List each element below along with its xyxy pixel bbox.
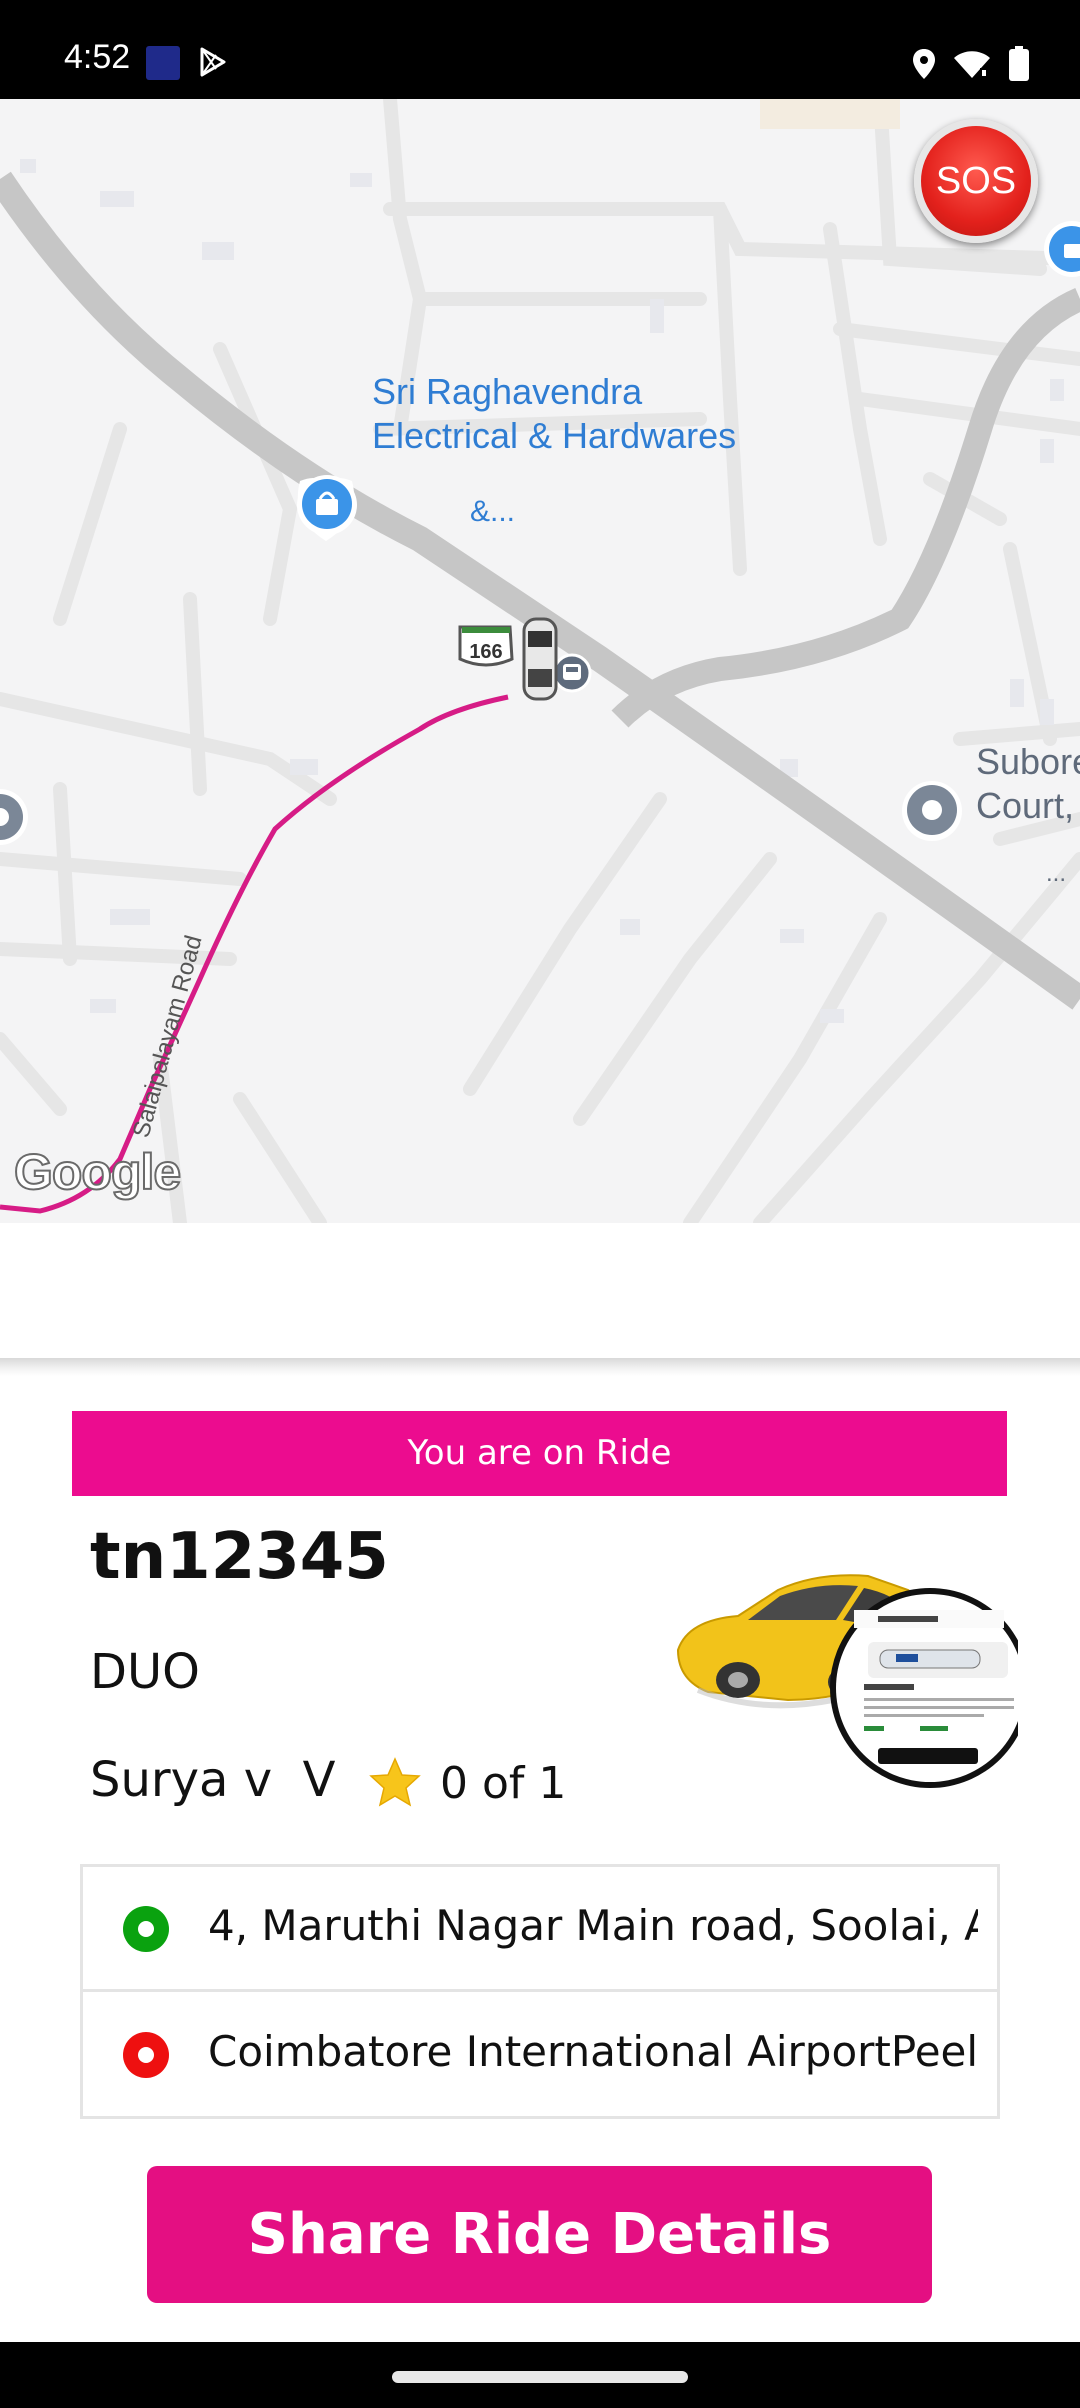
vehicle-marker-icon: [522, 617, 558, 701]
google-logo: Google: [13, 1143, 182, 1201]
shop-label-line1[interactable]: Sri Raghavendra: [372, 369, 642, 414]
driver-rating: 0 of 1: [440, 1758, 567, 1809]
shopping-pin-icon: [1044, 221, 1080, 277]
pickup-dot-icon: [123, 1906, 169, 1952]
navigation-bar: [0, 2342, 1080, 2408]
vehicle-image: [676, 1574, 1018, 1788]
play-store-icon: [200, 47, 226, 77]
route-addresses: 4, Maruthi Nagar Main road, Soolai, Avar…: [80, 1864, 1000, 2119]
status-bar: 4:52: [0, 0, 1080, 99]
highway-number: 166: [469, 641, 502, 663]
shop-label-more[interactable]: &...: [470, 489, 515, 534]
sheet-divider: [0, 1358, 1080, 1376]
share-ride-details-button[interactable]: Share Ride Details: [147, 2166, 932, 2303]
drop-row[interactable]: Coimbatore International AirportPeelamed…: [83, 1993, 997, 2118]
star-icon: [369, 1757, 421, 1807]
pickup-row[interactable]: 4, Maruthi Nagar Main road, Soolai, Avar…: [83, 1867, 997, 1992]
yatra-app-icon: [146, 46, 180, 80]
shopping-pin-icon: [297, 475, 357, 541]
bus-stop-icon: [552, 653, 592, 693]
battery-icon: [1009, 46, 1029, 81]
wifi-icon: [954, 51, 990, 78]
place-pin-icon: [0, 789, 28, 845]
status-icons: [912, 44, 1030, 84]
vehicle-number: tn12345: [90, 1520, 389, 1594]
map-canvas: Salaipalayam Road 166: [0, 99, 1080, 1223]
status-time: 4:52: [64, 38, 131, 76]
place-pin-icon: [902, 781, 962, 841]
court-label-line1[interactable]: Subore: [976, 739, 1080, 784]
sos-button[interactable]: SOS: [914, 119, 1038, 243]
pickup-address: 4, Maruthi Nagar Main road, Soolai, Avar…: [208, 1901, 978, 1950]
court-label-line2[interactable]: Court,: [976, 783, 1074, 828]
drop-dot-icon: [123, 2032, 169, 2078]
home-gesture-handle[interactable]: [392, 2371, 688, 2383]
location-icon: [913, 49, 935, 79]
court-label-more: ...: [1046, 860, 1067, 887]
driver-name: Surya v V: [90, 1752, 336, 1808]
drop-address: Coimbatore International AirportPeelamed…: [208, 2027, 978, 2076]
shop-label-line2[interactable]: Electrical & Hardwares: [372, 413, 736, 458]
ride-status-banner: You are on Ride: [72, 1411, 1007, 1496]
map-view[interactable]: Salaipalayam Road 166 Sri Raghavendra El…: [0, 99, 1080, 1223]
vehicle-type: DUO: [90, 1644, 200, 1700]
